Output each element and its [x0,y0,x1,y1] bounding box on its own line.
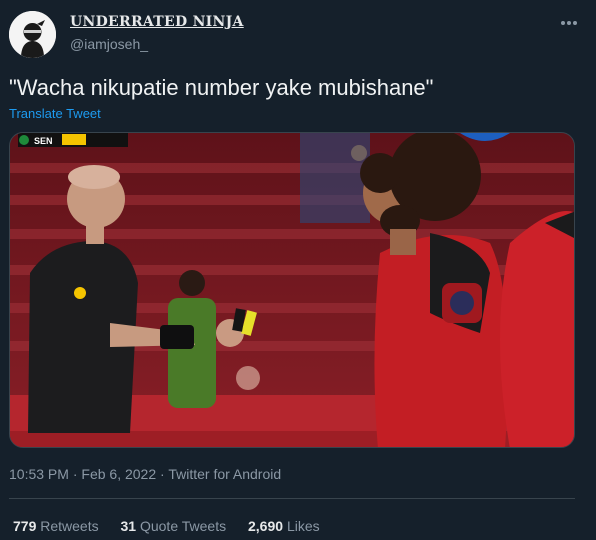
meta-separator: · [72,466,78,482]
likes-label: Likes [286,518,320,534]
quote-tweets-label: Quote Tweets [139,518,227,534]
likes-count: 2,690 [248,518,284,534]
scoreboard-team-label: SEN [34,136,53,146]
meta-separator: · [160,466,165,482]
tweet-source[interactable]: Twitter for Android [168,466,281,482]
football-photo-icon: SEN [10,133,574,447]
translate-tweet-link[interactable]: Translate Tweet [9,106,101,121]
retweets-stat[interactable]: 779 Retweets [13,518,103,534]
author-display-name[interactable]: UNDERRATED NINJA [70,14,244,30]
retweets-count: 779 [13,518,37,534]
tweet-stats: 779 Retweets 31 Quote Tweets 2,690 Likes [13,518,338,534]
likes-stat[interactable]: 2,690 Likes [248,518,320,534]
tweet-metadata: 10:53 PM · Feb 6, 2022 · Twitter for And… [9,466,281,482]
author-avatar[interactable] [9,11,56,58]
more-dots-icon [561,21,577,25]
quote-tweets-stat[interactable]: 31 Quote Tweets [121,518,231,534]
tweet-media-photo[interactable]: SEN [9,132,575,448]
tweet-date[interactable]: Feb 6, 2022 [81,466,156,482]
tweet-time[interactable]: 10:53 PM [9,466,69,482]
tweet-text: "Wacha nikupatie number yake mubishane" [9,75,434,100]
divider [9,498,575,499]
more-options-button[interactable] [556,10,582,36]
author-handle[interactable]: @iamjoseh_ [70,36,148,52]
quote-tweets-count: 31 [120,518,137,534]
retweets-label: Retweets [40,518,99,534]
ninja-avatar-icon [9,11,56,58]
